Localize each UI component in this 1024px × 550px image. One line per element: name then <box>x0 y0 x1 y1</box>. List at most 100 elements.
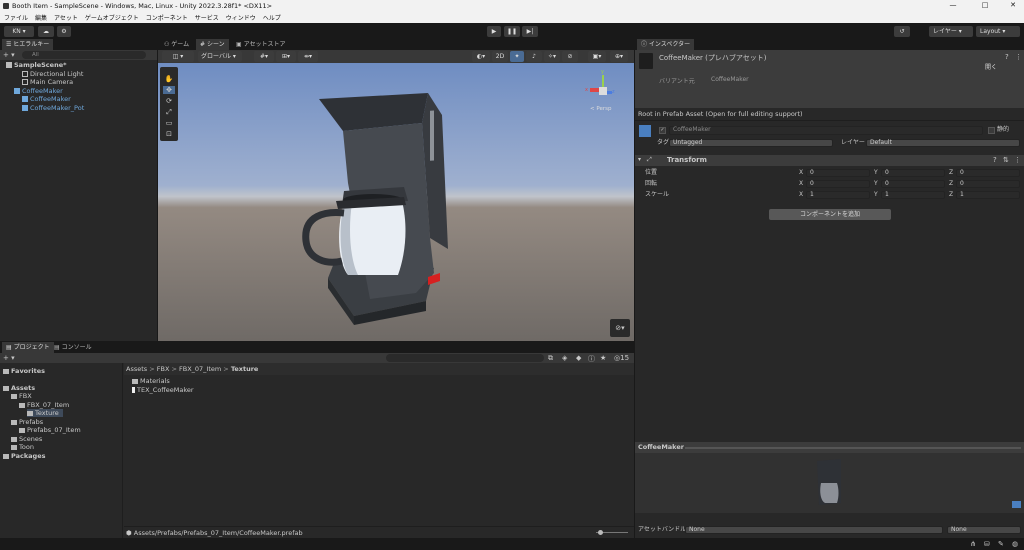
hierarchy-item[interactable]: CoffeeMaker <box>14 87 63 95</box>
asset-label-icon[interactable] <box>1012 501 1021 508</box>
play-button[interactable]: ▶ <box>487 25 501 37</box>
assetbundle-variant-dropdown[interactable]: None <box>947 526 1021 534</box>
menu-assets[interactable]: アセット <box>54 13 78 22</box>
position-z-field[interactable]: 0 <box>956 169 1020 177</box>
tab-hierarchy[interactable]: ☰ ヒエラルキー <box>2 39 54 50</box>
maximize-button[interactable]: □ <box>978 1 992 9</box>
hierarchy-item[interactable]: CoffeeMaker_Pot <box>22 104 84 112</box>
shading-icon[interactable]: ◐▾ <box>472 51 490 62</box>
hierarchy-item[interactable]: CoffeeMaker <box>22 95 71 103</box>
axis-y-label[interactable]: Y <box>874 191 878 199</box>
open-prefab-button[interactable]: 開く <box>981 64 1001 72</box>
axis-x-label[interactable]: X <box>799 169 803 177</box>
2d-toggle[interactable]: 2D <box>492 51 508 62</box>
project-tree-item[interactable]: Prefabs <box>11 418 43 426</box>
draw-mode-dropdown[interactable]: ◫ ▾ <box>162 51 194 62</box>
transform-header[interactable]: ▾ ⤢ Transform ? ⇅ ⋮ <box>635 155 1024 166</box>
minimize-button[interactable]: — <box>946 1 960 9</box>
project-tree-item[interactable]: Scenes <box>11 435 42 443</box>
menu-window[interactable]: ウィンドウ <box>226 13 256 22</box>
project-tree-item[interactable]: Prefabs_07_Item <box>19 426 81 434</box>
menu-component[interactable]: コンポーネント <box>146 13 188 22</box>
hierarchy-search-input[interactable]: All <box>22 51 146 59</box>
breadcrumb-item[interactable]: FBX <box>157 365 170 373</box>
debug-icon[interactable]: ✎ <box>998 540 1004 548</box>
axis-y-label[interactable]: Y <box>874 169 878 177</box>
search-by-label-icon[interactable]: ◈ <box>562 354 567 362</box>
project-tree-item[interactable]: Texture <box>27 409 63 417</box>
transform-preset-icon[interactable]: ⇅ <box>1003 156 1009 164</box>
collab-icon[interactable]: ⚙ <box>57 25 71 37</box>
project-tree-item[interactable]: Favorites <box>3 367 45 375</box>
close-button[interactable]: ✕ <box>1006 1 1020 9</box>
menu-file[interactable]: ファイル <box>4 13 28 22</box>
orientation-gizmo[interactable]: y x z < Persp <box>584 69 624 119</box>
scale-z-field[interactable]: 1 <box>956 191 1020 199</box>
axis-x-label[interactable]: X <box>799 180 803 188</box>
tab-scene[interactable]: # シーン <box>196 39 229 50</box>
audio-icon[interactable]: ♪ <box>526 51 542 62</box>
axis-z-label[interactable]: Z <box>949 180 953 188</box>
static-checkbox[interactable] <box>988 127 995 134</box>
scale-y-field[interactable]: 1 <box>881 191 945 199</box>
hand-tool-icon[interactable]: ✋ <box>163 75 175 83</box>
axis-z-label[interactable]: Z <box>949 191 953 199</box>
axis-x-label[interactable]: X <box>799 191 803 199</box>
scene-viewport[interactable]: ✋ ✥ ⟳ ⤢ ▭ ⊡ y x z < Persp ⊘▾ <box>158 63 634 341</box>
file-item[interactable]: TEX_CoffeeMaker <box>132 386 194 394</box>
assetbundle-dropdown[interactable]: None <box>685 526 943 534</box>
menu-gameobject[interactable]: ゲームオブジェクト <box>85 13 139 22</box>
layout-dropdown[interactable]: Layout ▾ <box>976 25 1020 37</box>
project-tree-item[interactable]: Assets <box>3 384 35 392</box>
global-dropdown[interactable]: グローバル ▾ <box>198 51 242 62</box>
lighting-icon[interactable]: ✦ <box>510 51 524 62</box>
project-search-input[interactable] <box>386 354 544 362</box>
grid-icon[interactable]: #▾ <box>254 51 274 62</box>
transform-tool-icon[interactable]: ⊡ <box>163 130 175 138</box>
help-icon[interactable]: ? <box>1005 53 1009 61</box>
gizmos-icon[interactable]: ⊕▾ <box>610 51 628 62</box>
object-name-field[interactable]: CoffeeMaker <box>669 126 983 135</box>
tab-asset-store[interactable]: ▣ アセットストア <box>232 39 289 50</box>
notification-icon[interactable]: ◍ <box>1012 540 1018 548</box>
menu-edit[interactable]: 編集 <box>35 13 47 22</box>
active-checkbox[interactable]: ✓ <box>659 127 666 134</box>
hidden-objects-icon[interactable]: ⊘ <box>562 51 578 62</box>
history-icon[interactable]: ↺ <box>894 25 910 37</box>
hierarchy-item[interactable]: Main Camera <box>22 78 73 86</box>
cloud-icon[interactable]: ☁ <box>38 25 54 37</box>
add-button[interactable]: + ▾ <box>3 51 15 59</box>
coffee-maker-model[interactable] <box>158 63 634 341</box>
project-tree-item[interactable]: FBX_07_Item <box>19 401 69 409</box>
scale-tool-icon[interactable]: ⤢ <box>163 108 175 116</box>
project-tree-item[interactable]: FBX <box>11 392 32 400</box>
rotation-y-field[interactable]: 0 <box>881 180 945 188</box>
rect-tool-icon[interactable]: ▭ <box>163 119 175 127</box>
transform-help-icon[interactable]: ? <box>993 156 997 164</box>
layers-dropdown[interactable]: レイヤー ▾ <box>929 25 973 37</box>
overlay-menu-icon[interactable]: ⊘▾ <box>610 319 630 337</box>
preview-area[interactable] <box>635 453 1024 513</box>
account-dropdown[interactable]: KN ▾ <box>4 25 34 37</box>
file-item[interactable]: Materials <box>132 377 170 385</box>
transform-more-icon[interactable]: ⋮ <box>1014 156 1021 164</box>
axis-z-label[interactable]: Z <box>949 169 953 177</box>
search-by-type-icon[interactable]: ⧉ <box>548 354 553 363</box>
pause-button[interactable]: ❚❚ <box>504 25 520 37</box>
tab-inspector[interactable]: ⓘ インスペクター <box>637 39 695 50</box>
rotation-x-field[interactable]: 0 <box>806 180 870 188</box>
project-tree-item[interactable]: Toon <box>11 443 34 451</box>
progress-icon[interactable]: ⋔ <box>970 540 976 548</box>
tag-dropdown[interactable]: Untagged <box>669 139 833 147</box>
move-tool-icon[interactable]: ✥ <box>163 86 175 94</box>
tab-game[interactable]: ⚇ ゲーム <box>160 39 193 50</box>
zoom-slider-handle[interactable] <box>598 530 603 535</box>
breadcrumb-item[interactable]: FBX_07_Item <box>179 365 221 373</box>
camera-icon[interactable]: ▣▾ <box>588 51 606 62</box>
position-x-field[interactable]: 0 <box>806 169 870 177</box>
increment-icon[interactable]: ⇹▾ <box>298 51 318 62</box>
scale-x-field[interactable]: 1 <box>806 191 870 199</box>
favorite-icon[interactable]: ★ <box>600 354 606 362</box>
menu-help[interactable]: ヘルプ <box>263 13 281 22</box>
cache-icon[interactable]: ⛁ <box>984 540 990 548</box>
